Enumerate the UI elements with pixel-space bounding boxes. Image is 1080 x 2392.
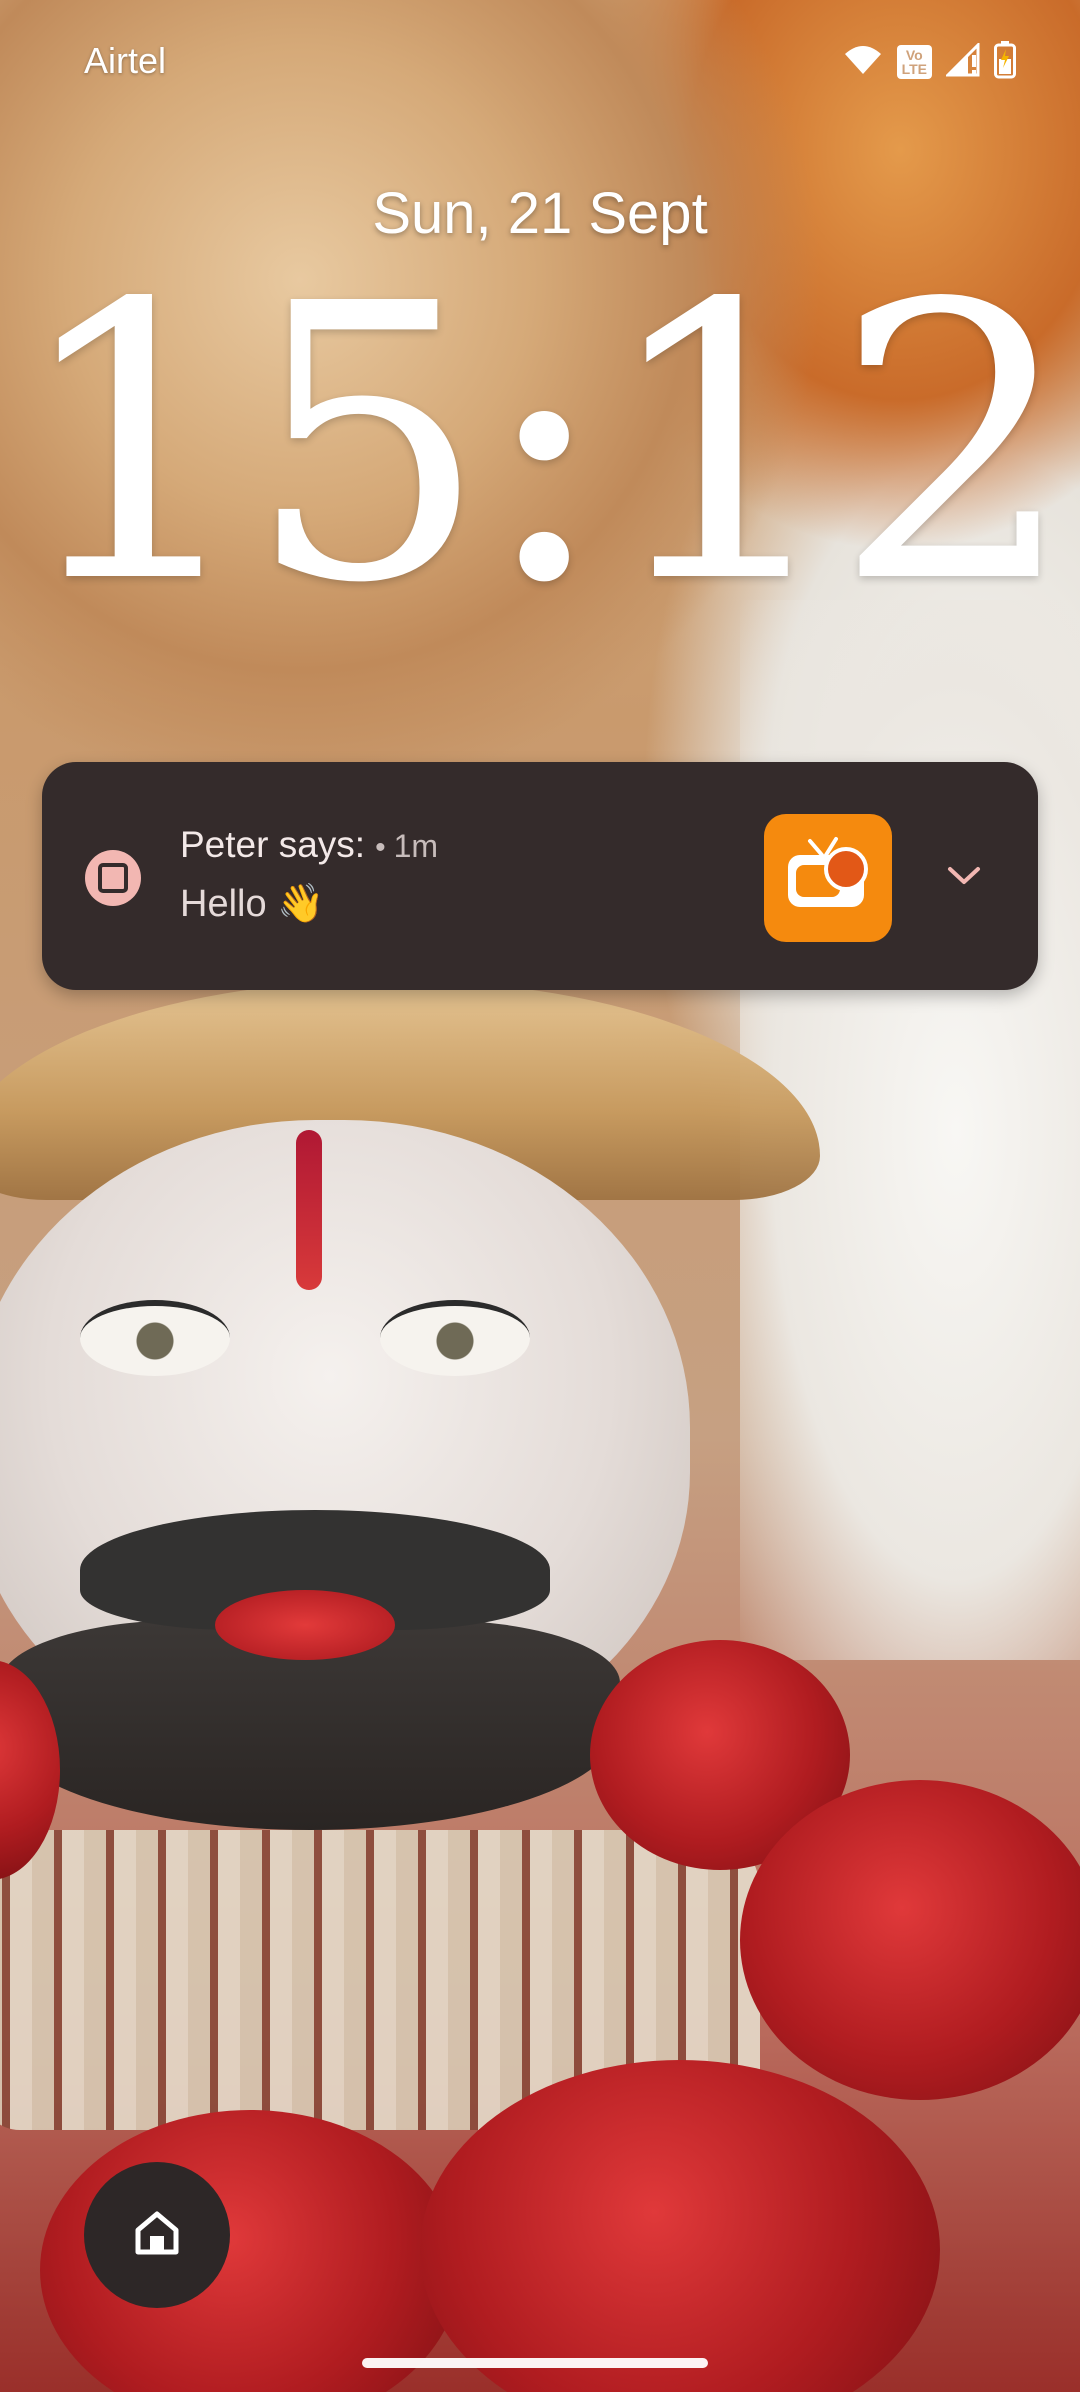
notification-message: Hello 👋 — [180, 883, 325, 925]
home-icon — [132, 2208, 182, 2263]
lockscreen-clock: 15:12 — [12, 223, 1075, 666]
signal-icon — [944, 40, 980, 82]
battery-charging-icon — [994, 40, 1016, 84]
wallpaper-lips — [215, 1590, 395, 1660]
notification-separator: • — [375, 831, 386, 864]
gesture-navigation-bar[interactable] — [362, 2358, 708, 2368]
square-outline-icon — [84, 849, 142, 907]
wallpaper-tilak — [296, 1130, 322, 1290]
tv-app-icon — [764, 814, 892, 942]
notification-header: Peter says: • 1m — [180, 824, 438, 866]
notification-sender: Peter says: — [180, 824, 366, 865]
wifi-icon — [843, 44, 883, 81]
wallpaper-eye-right — [380, 1300, 530, 1376]
status-bar: Airtel Vo LTE — [0, 0, 1080, 120]
volte-icon: Vo LTE — [896, 45, 932, 79]
carrier-name: Airtel — [84, 40, 167, 81]
volte-label-bottom: LTE — [901, 61, 927, 77]
notification-time: 1m — [393, 828, 439, 864]
wallpaper-rose — [740, 1780, 1080, 2100]
chevron-down-icon[interactable] — [944, 856, 984, 896]
status-icons: Vo LTE — [843, 40, 1016, 84]
wallpaper-eye-left — [80, 1300, 230, 1376]
home-button[interactable] — [84, 2162, 230, 2308]
